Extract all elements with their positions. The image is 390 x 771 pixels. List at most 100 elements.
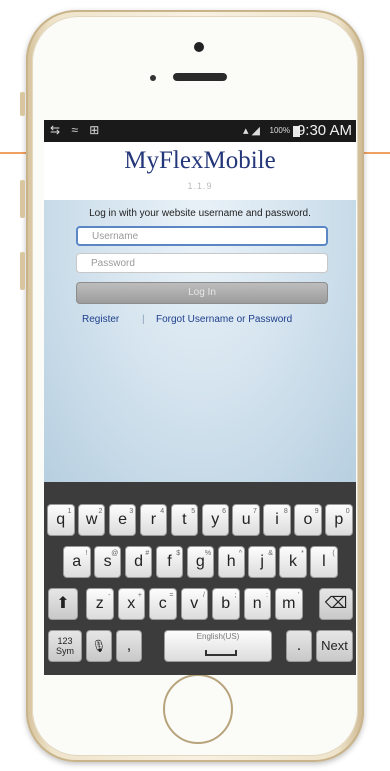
- key-label-e: e: [118, 511, 127, 528]
- key-v[interactable]: v /: [180, 588, 208, 620]
- signal-icon: ▴ ◢: [242, 125, 260, 137]
- register-link[interactable]: Register: [82, 314, 119, 325]
- key-o[interactable]: o9: [294, 504, 322, 536]
- key-hint-w: 2: [98, 508, 103, 515]
- app-version: 1.1.9: [187, 181, 213, 191]
- microphone-key[interactable]: 🎙: [86, 630, 112, 662]
- key-label-k: k: [289, 553, 298, 570]
- key-label-h: h: [226, 553, 236, 570]
- key-hint-p: 0: [345, 508, 350, 515]
- key-p[interactable]: p0: [325, 504, 353, 536]
- home-button[interactable]: [163, 674, 233, 744]
- key-hint-a: !: [85, 550, 88, 557]
- key-r[interactable]: r4: [139, 504, 168, 536]
- key-hint-s: @: [111, 550, 119, 557]
- key-z[interactable]: z-: [86, 588, 114, 620]
- key-hint-k: *: [301, 550, 304, 557]
- key-label-u: u: [241, 511, 251, 528]
- front-camera: [194, 42, 204, 52]
- key-n[interactable]: n:: [243, 588, 271, 620]
- key-c[interactable]: c =: [149, 588, 177, 620]
- key-hint-i: 8: [283, 508, 288, 515]
- key-label-r: r: [150, 511, 157, 528]
- key-hint-m: ': [298, 592, 300, 599]
- key-hint-u: 7: [252, 508, 257, 515]
- key-w[interactable]: w2: [77, 504, 106, 536]
- key-hint-l: (: [332, 550, 335, 557]
- period-key[interactable]: .: [286, 630, 312, 662]
- key-g[interactable]: g%: [186, 546, 215, 578]
- phone-screen: ⇆ ≈ ⊞ ▴ ◢ 100% 9:30 AM MyFlexMobile 1.1.…: [44, 120, 356, 675]
- key-hint-r: 4: [160, 508, 165, 515]
- shift-key[interactable]: ⬆: [48, 588, 78, 620]
- key-hint-e: 3: [129, 508, 134, 515]
- space-key[interactable]: English(US): [164, 630, 272, 662]
- symbols-key-label-top: 123: [57, 636, 73, 646]
- key-label-o: o: [303, 511, 313, 528]
- key-label-w: w: [85, 511, 98, 528]
- proximity-sensor: [150, 75, 156, 81]
- key-label-l: l: [322, 553, 326, 570]
- key-i[interactable]: i8: [263, 504, 291, 536]
- app-header: MyFlexMobile 1.1.9: [44, 142, 356, 200]
- mute-switch: [20, 92, 25, 116]
- comma-key[interactable]: ,: [116, 630, 142, 662]
- key-label-b: b: [221, 595, 231, 612]
- key-a[interactable]: a!: [63, 546, 91, 578]
- username-input[interactable]: Username: [76, 226, 328, 246]
- key-label-n: n: [252, 595, 262, 612]
- key-label-p: p: [334, 511, 344, 528]
- key-label-z: z: [95, 595, 104, 612]
- link-separator: |: [142, 314, 145, 325]
- space-key-language: English(US): [196, 632, 240, 641]
- key-d[interactable]: d #: [124, 546, 153, 578]
- key-hint-g: %: [204, 550, 212, 557]
- backspace-key[interactable]: ⌫: [319, 588, 353, 620]
- key-hint-o: 9: [314, 508, 319, 515]
- volume-up-button: [20, 180, 25, 218]
- space-bar-icon: [205, 650, 237, 656]
- key-b[interactable]: b;: [212, 588, 240, 620]
- key-label-i: i: [275, 511, 279, 528]
- earpiece-speaker: [173, 73, 227, 81]
- key-label-t: t: [182, 511, 187, 528]
- volume-down-button: [20, 252, 25, 290]
- login-prompt: Log in with your website username and pa…: [89, 208, 311, 219]
- forgot-credentials-link[interactable]: Forgot Username or Password: [156, 314, 292, 325]
- key-label-d: d: [134, 553, 143, 570]
- key-label-a: a: [72, 553, 82, 570]
- key-t[interactable]: t5: [170, 504, 199, 536]
- key-hint-b: ;: [234, 592, 237, 599]
- key-hint-f: $: [176, 550, 181, 557]
- key-hint-j: &: [268, 550, 273, 557]
- key-label-v: v: [190, 595, 199, 612]
- app-title: MyFlexMobile: [124, 147, 276, 174]
- status-bar: ⇆ ≈ ⊞ ▴ ◢ 100% 9:30 AM: [44, 120, 356, 142]
- key-f[interactable]: f $: [155, 546, 184, 578]
- status-time: 9:30 AM: [296, 122, 352, 139]
- key-hint-n: :: [266, 592, 268, 599]
- key-k[interactable]: k *: [279, 546, 307, 578]
- key-u[interactable]: u7: [232, 504, 260, 536]
- key-hint-c: =: [169, 592, 174, 599]
- key-m[interactable]: m ': [275, 588, 303, 620]
- key-e[interactable]: e3: [108, 504, 137, 536]
- key-hint-x: +: [137, 592, 142, 599]
- key-l[interactable]: l(: [310, 546, 338, 578]
- password-input[interactable]: Password: [76, 253, 328, 273]
- key-s[interactable]: s @: [93, 546, 122, 578]
- key-h[interactable]: h ^: [217, 546, 245, 578]
- key-hint-z: -: [108, 592, 111, 599]
- login-panel: Log in with your website username and pa…: [44, 200, 356, 482]
- key-hint-v: /: [203, 592, 205, 599]
- key-j[interactable]: j &: [248, 546, 276, 578]
- key-label-c: c: [158, 595, 167, 612]
- login-button[interactable]: Log In: [76, 282, 328, 304]
- symbols-key[interactable]: 123 Sym: [48, 630, 82, 662]
- key-q[interactable]: q1: [47, 504, 75, 536]
- next-key[interactable]: Next: [316, 630, 353, 662]
- key-y[interactable]: y6: [201, 504, 229, 536]
- notification-icons: ⇆ ≈ ⊞: [50, 123, 104, 137]
- key-hint-d: #: [145, 550, 150, 557]
- key-x[interactable]: x +: [117, 588, 145, 620]
